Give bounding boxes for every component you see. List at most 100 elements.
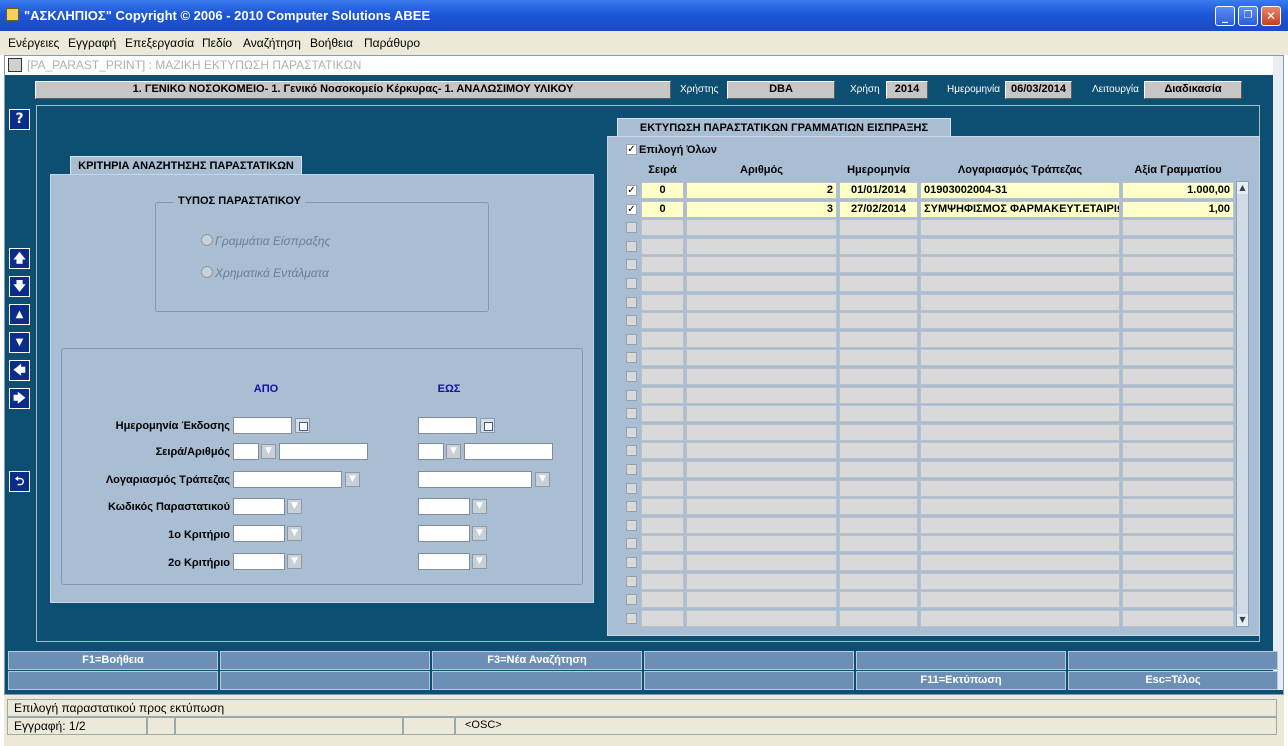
row-select-checkbox[interactable] xyxy=(626,557,637,568)
cell-date[interactable] xyxy=(839,331,918,348)
select-all-checkbox[interactable]: ✓ xyxy=(626,144,637,155)
cell-number[interactable] xyxy=(686,275,837,292)
cell-number[interactable] xyxy=(686,442,837,459)
cell-number[interactable] xyxy=(686,405,837,422)
dropdown-arrow-icon[interactable]: ▼ xyxy=(535,472,550,487)
cell-date[interactable] xyxy=(839,461,918,478)
row-select-checkbox[interactable] xyxy=(626,315,637,326)
row-select-checkbox[interactable] xyxy=(626,334,637,345)
cell-date[interactable] xyxy=(839,219,918,236)
radio-receipts[interactable]: Γραμμάτια Είσπραξης xyxy=(201,234,330,248)
cell-number[interactable] xyxy=(686,554,837,571)
function-key-row2-f3[interactable] xyxy=(432,671,642,690)
cell-bank-account[interactable] xyxy=(920,554,1120,571)
previous-block-icon[interactable]: 🡄 xyxy=(9,360,30,381)
tab-search-criteria[interactable]: ΚΡΙΤΗΡΙΑ ΑΝΑΖΗΤΗΣΗΣ ΠΑΡΑΣΤΑΤΙΚΩΝ xyxy=(70,156,302,176)
function-key-row1-f6[interactable] xyxy=(1068,651,1278,670)
cell-series[interactable] xyxy=(641,405,684,422)
cell-number[interactable] xyxy=(686,294,837,311)
dropdown-arrow-icon[interactable]: ▼ xyxy=(287,499,302,514)
series-from-input[interactable] xyxy=(233,443,259,460)
cell-bank-account[interactable] xyxy=(920,238,1120,255)
cell-bank-account[interactable] xyxy=(920,610,1120,627)
cell-series[interactable]: 0 xyxy=(641,182,684,199)
row-select-checkbox[interactable] xyxy=(626,222,637,233)
bank-account-to-input[interactable] xyxy=(418,471,532,488)
function-key-row1-f4[interactable] xyxy=(644,651,854,670)
menu-help[interactable]: Βοήθεια xyxy=(310,36,353,50)
cell-bank-account[interactable] xyxy=(920,442,1120,459)
cell-series[interactable] xyxy=(641,256,684,273)
cell-number[interactable] xyxy=(686,461,837,478)
function-key-row1-f5[interactable] xyxy=(856,651,1066,670)
cell-date[interactable] xyxy=(839,387,918,404)
close-button[interactable]: ✕ xyxy=(1261,6,1281,26)
cell-amount[interactable] xyxy=(1122,387,1234,404)
cell-series[interactable] xyxy=(641,424,684,441)
row-select-checkbox[interactable] xyxy=(626,501,637,512)
document-code-from-input[interactable] xyxy=(233,498,285,515)
cell-date[interactable] xyxy=(839,554,918,571)
cell-amount[interactable] xyxy=(1122,535,1234,552)
series-to-input[interactable] xyxy=(418,443,444,460)
cell-series[interactable] xyxy=(641,275,684,292)
cell-amount[interactable] xyxy=(1122,610,1234,627)
dropdown-arrow-icon[interactable]: ▼ xyxy=(472,499,487,514)
cell-amount[interactable] xyxy=(1122,461,1234,478)
cell-amount[interactable] xyxy=(1122,424,1234,441)
function-key-row2-f2[interactable] xyxy=(220,671,430,690)
cell-series[interactable] xyxy=(641,461,684,478)
function-key-row2-f6[interactable]: Esc=Τέλος xyxy=(1068,671,1278,690)
first-record-icon[interactable]: 🡅 xyxy=(9,248,30,269)
cell-number[interactable]: 3 xyxy=(686,201,837,218)
row-select-checkbox[interactable] xyxy=(626,408,637,419)
row-select-checkbox[interactable] xyxy=(626,483,637,494)
cell-number[interactable] xyxy=(686,480,837,497)
cell-number[interactable] xyxy=(686,312,837,329)
cell-bank-account[interactable] xyxy=(920,294,1120,311)
cell-bank-account[interactable] xyxy=(920,517,1120,534)
cell-number[interactable]: 2 xyxy=(686,182,837,199)
criterion1-to-input[interactable] xyxy=(418,525,470,542)
cell-number[interactable] xyxy=(686,368,837,385)
row-select-checkbox[interactable]: ✓ xyxy=(626,204,637,215)
cell-date[interactable] xyxy=(839,275,918,292)
cell-bank-account[interactable] xyxy=(920,368,1120,385)
cell-bank-account[interactable] xyxy=(920,480,1120,497)
cell-series[interactable] xyxy=(641,535,684,552)
cell-series[interactable]: 0 xyxy=(641,201,684,218)
cell-series[interactable] xyxy=(641,387,684,404)
cell-series[interactable] xyxy=(641,238,684,255)
cell-series[interactable] xyxy=(641,498,684,515)
cell-bank-account[interactable] xyxy=(920,256,1120,273)
cell-amount[interactable] xyxy=(1122,349,1234,366)
function-key-row2-f1[interactable] xyxy=(8,671,218,690)
function-key-row2-f5[interactable]: F11=Εκτύπωση xyxy=(856,671,1066,690)
cell-number[interactable] xyxy=(686,517,837,534)
cell-amount[interactable] xyxy=(1122,517,1234,534)
cell-bank-account[interactable] xyxy=(920,405,1120,422)
criterion2-from-input[interactable] xyxy=(233,553,285,570)
row-select-checkbox[interactable] xyxy=(626,520,637,531)
cell-date[interactable] xyxy=(839,294,918,311)
cell-number[interactable] xyxy=(686,331,837,348)
cell-date[interactable] xyxy=(839,517,918,534)
row-select-checkbox[interactable] xyxy=(626,613,637,624)
row-select-checkbox[interactable] xyxy=(626,259,637,270)
previous-record-icon[interactable]: ▲ xyxy=(9,304,30,325)
cell-number[interactable] xyxy=(686,256,837,273)
cell-amount[interactable] xyxy=(1122,442,1234,459)
cell-amount[interactable] xyxy=(1122,591,1234,608)
cell-amount[interactable] xyxy=(1122,573,1234,590)
row-select-checkbox[interactable] xyxy=(626,445,637,456)
grid-scrollbar[interactable] xyxy=(1236,181,1249,627)
cell-bank-account[interactable] xyxy=(920,535,1120,552)
menu-search[interactable]: Αναζήτηση xyxy=(243,36,301,50)
cell-date[interactable] xyxy=(839,424,918,441)
cell-series[interactable] xyxy=(641,349,684,366)
cell-date[interactable] xyxy=(839,610,918,627)
calendar-icon[interactable] xyxy=(480,418,495,433)
cell-bank-account[interactable] xyxy=(920,219,1120,236)
cell-series[interactable] xyxy=(641,554,684,571)
cell-series[interactable] xyxy=(641,368,684,385)
